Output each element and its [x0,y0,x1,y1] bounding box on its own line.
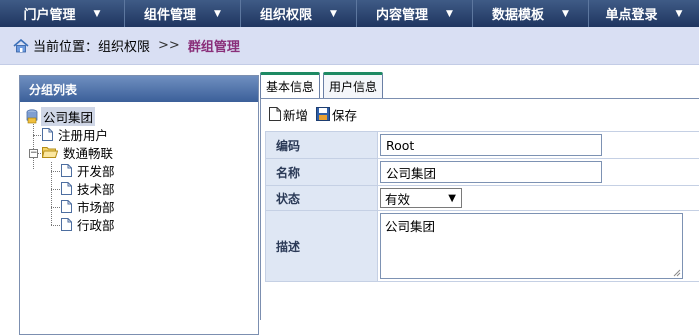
breadcrumb: 当前位置： 组织权限 >> 群组管理 [0,27,699,65]
tree-node-root[interactable]: 公司集团 [20,107,258,125]
breadcrumb-current: 群组管理 [188,36,240,55]
description-textarea[interactable]: 公司集团 [380,213,683,279]
chevron-down-icon: ▼ [330,9,337,19]
tree-node-child[interactable]: 行政部 [20,215,258,233]
tab-bar: 基本信息 用户信息 [260,72,383,98]
breadcrumb-prefix: 当前位置： [33,36,98,55]
nav-label: 数据模板 [492,4,544,23]
group-list-panel: 分组列表 − 公司集团 注册用户 [19,75,259,335]
breadcrumb-parent[interactable]: 组织权限 [98,36,150,55]
document-icon [61,218,72,231]
chevron-down-icon: ▼ [94,9,101,19]
name-input[interactable]: 公司集团 [380,161,602,183]
tab-user-info[interactable]: 用户信息 [323,72,383,98]
tree-node-registered-users[interactable]: 注册用户 [20,125,258,143]
top-nav: 门户管理 ▼ 组件管理 ▼ 组织权限 ▼ 内容管理 ▼ 数据模板 ▼ 单点登录 ▼ [0,0,699,27]
database-icon [26,109,38,124]
nav-label: 单点登录 [606,4,658,23]
tree-label: 技术部 [75,179,117,198]
status-select[interactable]: 有效 ▼ [380,188,462,208]
dropdown-arrow-icon: ▼ [448,193,461,204]
tree-node-child[interactable]: 技术部 [20,179,258,197]
tab-basic-info[interactable]: 基本信息 [260,72,320,98]
nav-item-org-permissions[interactable]: 组织权限 ▼ [241,0,357,27]
group-form: 编码 Root 名称 公司集团 状态 有效 ▼ 描述 公司集团 [265,131,699,282]
form-row-name: 名称 公司集团 [266,159,699,186]
document-icon [42,128,53,141]
breadcrumb-separator: >> [158,38,180,53]
chevron-down-icon: ▼ [446,9,453,19]
nav-item-components[interactable]: 组件管理 ▼ [125,0,241,27]
tree-node-group[interactable]: 数通畅联 [20,143,258,161]
nav-label: 门户管理 [24,4,76,23]
toolbar: 新增 保存 [261,99,699,129]
tree-label-root: 公司集团 [41,107,95,126]
folder-open-icon [42,146,58,158]
name-label: 名称 [266,159,378,186]
new-button-label: 新增 [283,105,308,124]
document-icon [61,182,72,195]
tree-label: 开发部 [75,161,117,180]
description-text: 公司集团 [385,219,435,234]
code-label: 编码 [266,132,378,159]
resize-grip-icon[interactable] [673,269,681,277]
panel-title: 分组列表 [20,76,258,102]
form-row-description: 描述 公司集团 [266,211,699,282]
form-row-code: 编码 Root [266,132,699,159]
nav-label: 组织权限 [260,4,312,23]
code-input[interactable]: Root [380,134,602,156]
tree-node-child[interactable]: 开发部 [20,161,258,179]
chevron-down-icon: ▼ [562,9,569,19]
tree-node-child[interactable]: 市场部 [20,197,258,215]
document-icon [61,200,72,213]
home-icon [13,39,29,53]
nav-item-data-templates[interactable]: 数据模板 ▼ [473,0,589,27]
save-button-label: 保存 [332,105,357,124]
new-document-icon [269,107,281,121]
chevron-down-icon: ▼ [214,9,221,19]
tree-label: 行政部 [75,215,117,234]
form-row-status: 状态 有效 ▼ [266,186,699,211]
nav-item-sso[interactable]: 单点登录 ▼ [589,0,699,27]
nav-item-portal[interactable]: 门户管理 ▼ [0,0,125,27]
nav-label: 内容管理 [376,4,428,23]
save-button[interactable]: 保存 [316,105,357,124]
desc-label: 描述 [266,211,378,282]
group-tree: − 公司集团 注册用户 数通畅联 开发部 [20,102,258,233]
tree-label: 市场部 [75,197,117,216]
nav-label: 组件管理 [144,4,196,23]
tab-content: 新增 保存 编码 Root 名称 公司集团 状态 有效 ▼ [260,98,699,320]
tree-label: 数通畅联 [61,143,115,162]
nav-item-content[interactable]: 内容管理 ▼ [357,0,473,27]
new-button[interactable]: 新增 [269,105,308,124]
document-icon [61,164,72,177]
status-label: 状态 [266,186,378,211]
save-icon [316,107,330,121]
tree-label: 注册用户 [56,125,110,144]
chevron-down-icon: ▼ [676,9,683,19]
status-selected-value: 有效 [385,189,410,208]
